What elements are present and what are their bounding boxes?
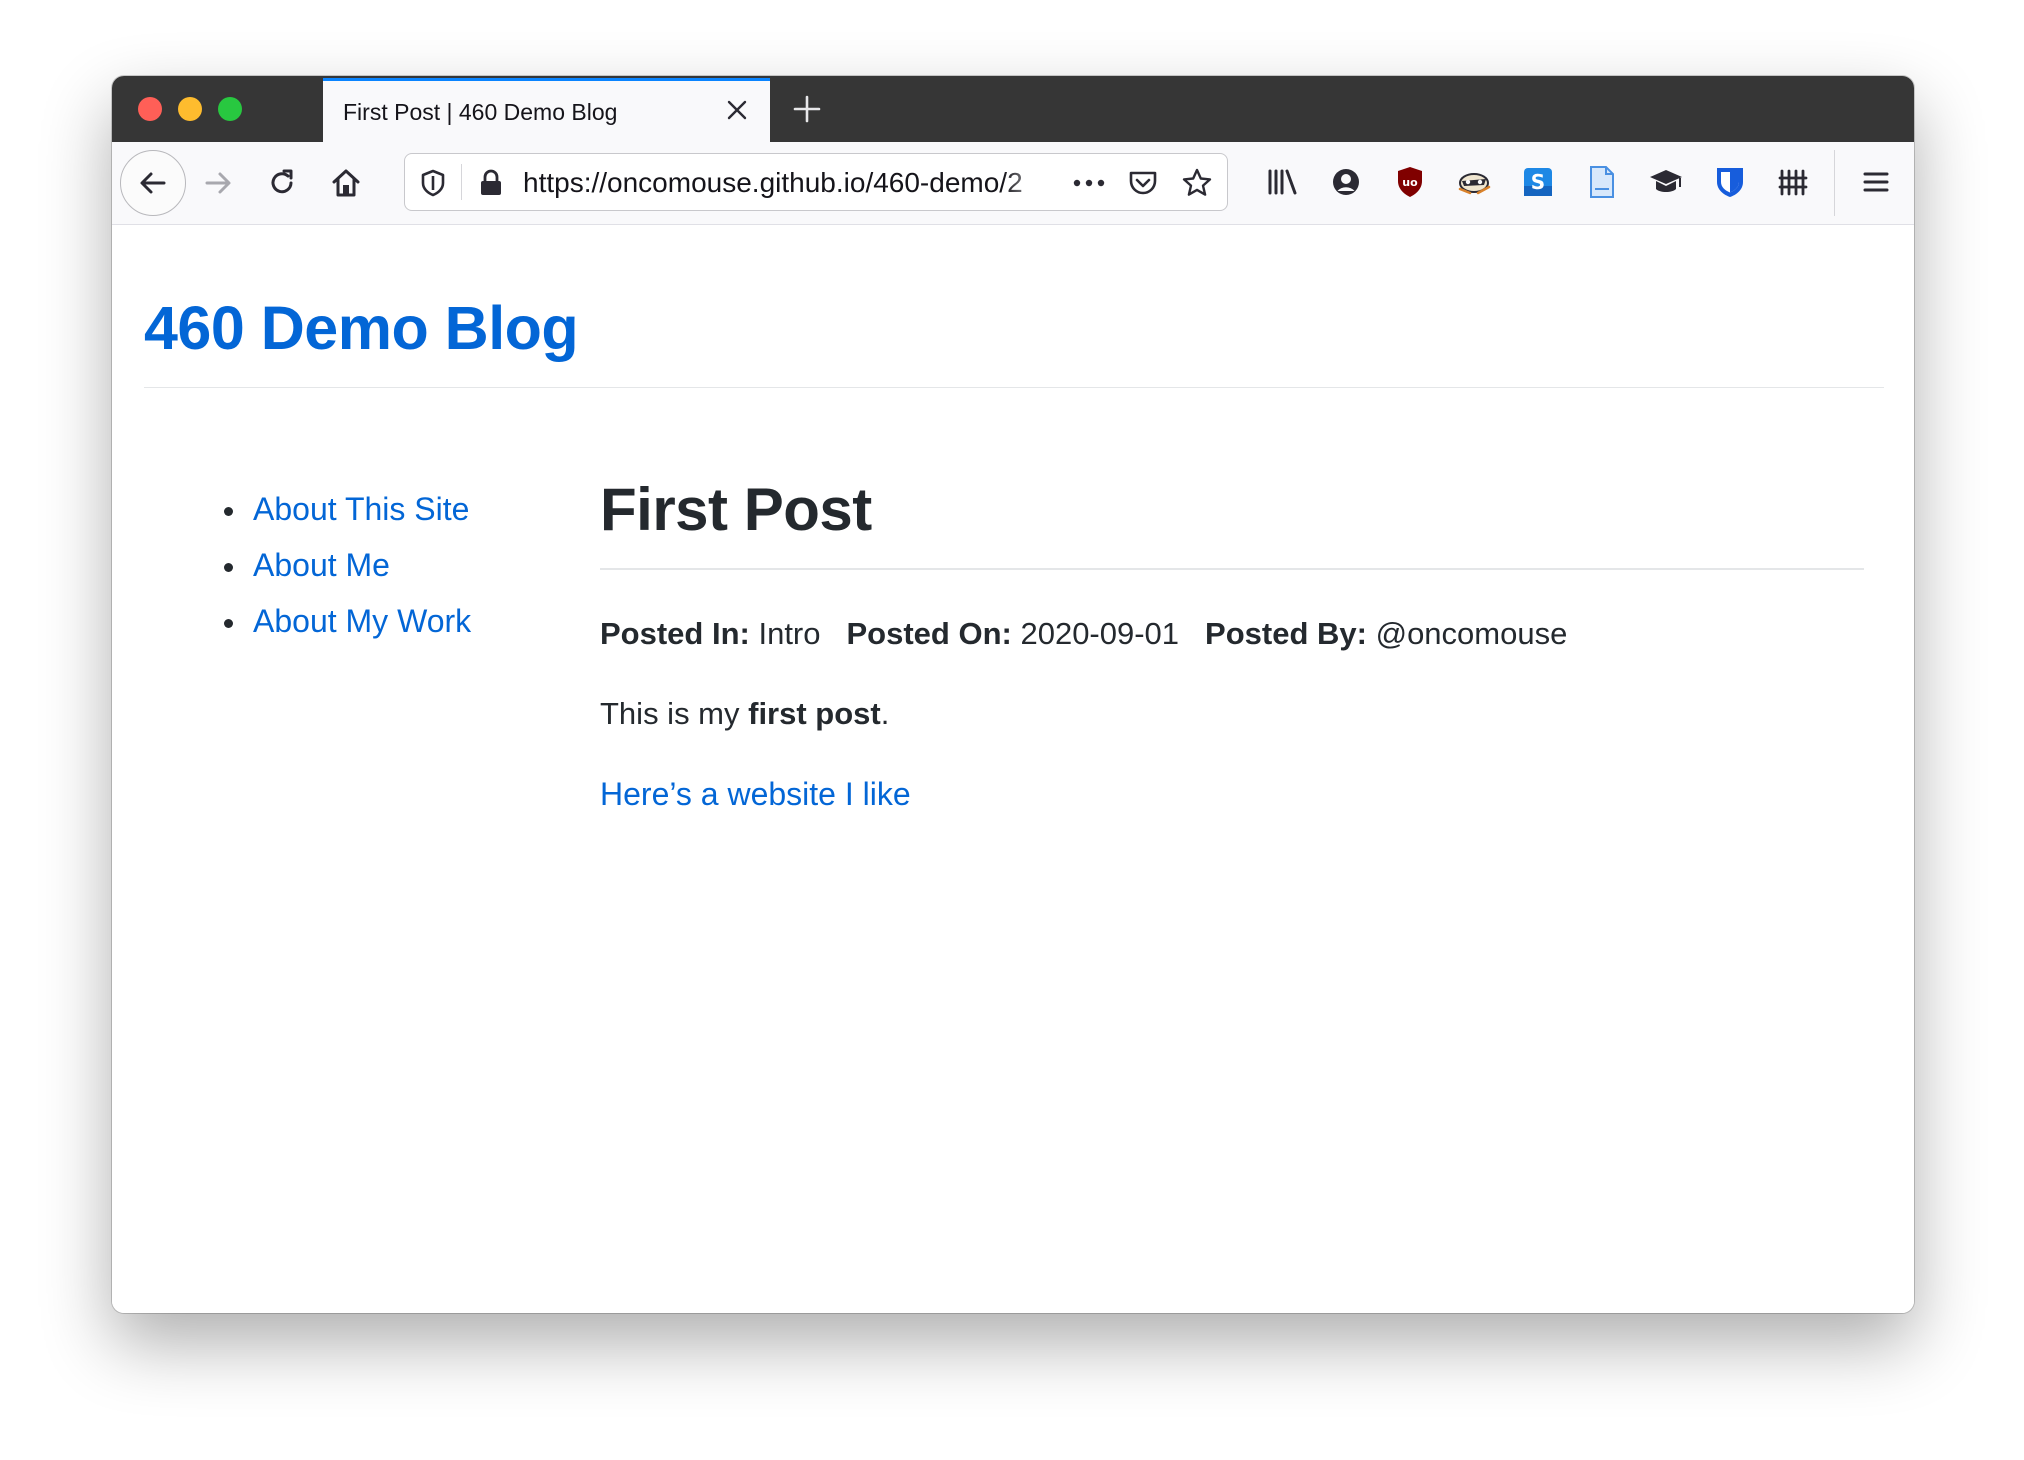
page-content: 460 Demo Blog About This Site About Me A… xyxy=(112,225,1914,1313)
reload-icon xyxy=(271,169,293,194)
navigation-toolbar: https://oncomouse.github.io/460-demo/2 u… xyxy=(112,142,1914,225)
fence-icon[interactable] xyxy=(1774,162,1814,202)
post-meta: Posted In: Intro Posted On: 2020-09-01 Pos… xyxy=(600,616,1567,652)
tracking-protection-shield-icon[interactable] xyxy=(413,163,453,203)
minimize-window-button[interactable] xyxy=(178,97,202,121)
back-button[interactable] xyxy=(120,150,186,216)
bookmark-star-icon[interactable] xyxy=(1177,163,1217,203)
browser-window: First Post | 460 Demo Blog https://oncom… xyxy=(112,76,1914,1313)
favorite-website-link[interactable]: Here’s a website I like xyxy=(600,776,911,813)
sidebar-link-about-this-site[interactable]: About This Site xyxy=(253,491,469,528)
post-body-text: This is my xyxy=(600,696,749,731)
library-icon[interactable] xyxy=(1262,162,1302,202)
tab-close-icon[interactable] xyxy=(722,95,752,125)
home-button[interactable] xyxy=(318,155,374,211)
author-label: Posted By: xyxy=(1205,616,1367,651)
lock-icon[interactable] xyxy=(471,163,511,203)
post-body-bold: first post xyxy=(748,696,881,731)
ublock-icon[interactable]: uo xyxy=(1390,162,1430,202)
post-author: @oncomouse xyxy=(1375,616,1568,651)
raccoon-extension-icon[interactable] xyxy=(1454,162,1494,202)
url-fade xyxy=(1003,160,1055,204)
post-title: First Post xyxy=(600,476,872,543)
post-category: Intro xyxy=(758,616,821,651)
account-icon[interactable] xyxy=(1326,162,1366,202)
tab-strip: First Post | 460 Demo Blog xyxy=(112,76,1914,142)
svg-text:uo: uo xyxy=(1402,176,1418,189)
post-date: 2020-09-01 xyxy=(1020,616,1180,651)
tab-active[interactable]: First Post | 460 Demo Blog xyxy=(323,78,770,142)
post-body-end: . xyxy=(880,696,890,731)
bullet-icon xyxy=(224,507,233,516)
new-tab-icon[interactable] xyxy=(790,92,824,126)
site-title-link[interactable]: 460 Demo Blog xyxy=(144,293,579,363)
bitwarden-icon[interactable] xyxy=(1710,162,1750,202)
sidebar-link-about-my-work[interactable]: About My Work xyxy=(253,603,471,640)
sidebar-link-about-me[interactable]: About Me xyxy=(253,547,390,584)
s-extension-icon[interactable]: S xyxy=(1518,162,1558,202)
document-icon[interactable] xyxy=(1582,162,1622,202)
url-bar[interactable]: https://oncomouse.github.io/460-demo/2 xyxy=(404,153,1228,211)
bullet-icon xyxy=(224,563,233,572)
back-arrow-icon xyxy=(140,172,166,194)
hamburger-menu-icon[interactable] xyxy=(1856,162,1896,202)
svg-text:S: S xyxy=(1531,170,1545,194)
date-label: Posted On: xyxy=(846,616,1012,651)
close-window-button[interactable] xyxy=(138,97,162,121)
forward-button[interactable] xyxy=(190,155,246,211)
pocket-icon[interactable] xyxy=(1123,163,1163,203)
page-actions-icon[interactable] xyxy=(1069,163,1109,203)
post-body-paragraph: This is my first post. xyxy=(600,696,889,732)
post-title-divider xyxy=(600,568,1864,570)
maximize-window-button[interactable] xyxy=(218,97,242,121)
url-separator xyxy=(461,164,462,200)
tab-title: First Post | 460 Demo Blog xyxy=(343,99,618,125)
url-text[interactable]: https://oncomouse.github.io/460-demo/2 xyxy=(523,167,1053,199)
graduation-cap-icon[interactable] xyxy=(1646,162,1686,202)
home-icon xyxy=(332,169,360,197)
reload-button[interactable] xyxy=(254,155,310,211)
bullet-icon xyxy=(224,619,233,628)
forward-arrow-icon xyxy=(205,172,231,194)
toolbar-separator xyxy=(1834,150,1835,216)
category-label: Posted In: xyxy=(600,616,750,651)
header-divider xyxy=(144,387,1884,388)
